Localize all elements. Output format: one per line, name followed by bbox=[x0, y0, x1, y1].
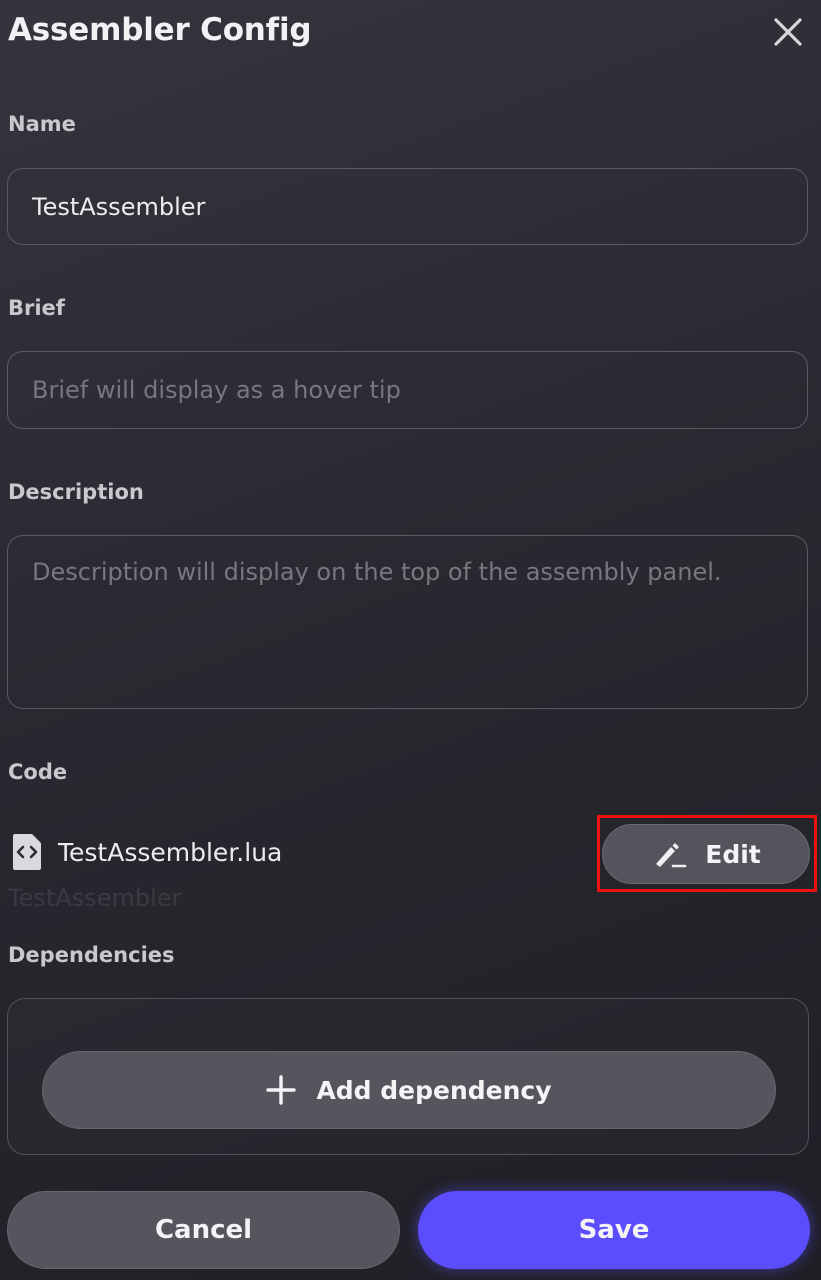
dependencies-label: Dependencies bbox=[8, 943, 175, 967]
description-label: Description bbox=[8, 480, 144, 504]
plus-icon bbox=[266, 1075, 297, 1105]
edit-code-button[interactable]: Edit bbox=[602, 824, 810, 884]
code-file: TestAssembler.lua bbox=[10, 832, 282, 872]
brief-label: Brief bbox=[8, 296, 65, 320]
code-file-name: TestAssembler.lua bbox=[58, 837, 283, 867]
name-input[interactable] bbox=[7, 168, 808, 245]
brief-input[interactable] bbox=[7, 351, 808, 429]
add-dependency-button[interactable]: Add dependency bbox=[42, 1051, 776, 1129]
save-button-label: Save bbox=[578, 1215, 650, 1245]
edit-button-label: Edit bbox=[705, 839, 761, 869]
cancel-button-label: Cancel bbox=[154, 1215, 253, 1245]
pencil-icon bbox=[656, 843, 687, 868]
close-icon bbox=[774, 18, 802, 46]
add-dependency-label: Add dependency bbox=[316, 1075, 552, 1105]
description-textarea[interactable] bbox=[7, 535, 808, 709]
ghost-text: TestAssembler bbox=[8, 884, 182, 912]
save-button[interactable]: Save bbox=[418, 1191, 810, 1269]
code-label: Code bbox=[8, 760, 68, 784]
close-button[interactable] bbox=[770, 14, 806, 50]
code-file-icon bbox=[13, 834, 41, 870]
cancel-button[interactable]: Cancel bbox=[7, 1191, 400, 1269]
dialog-title: Assembler Config bbox=[8, 12, 312, 48]
name-label: Name bbox=[8, 112, 76, 136]
